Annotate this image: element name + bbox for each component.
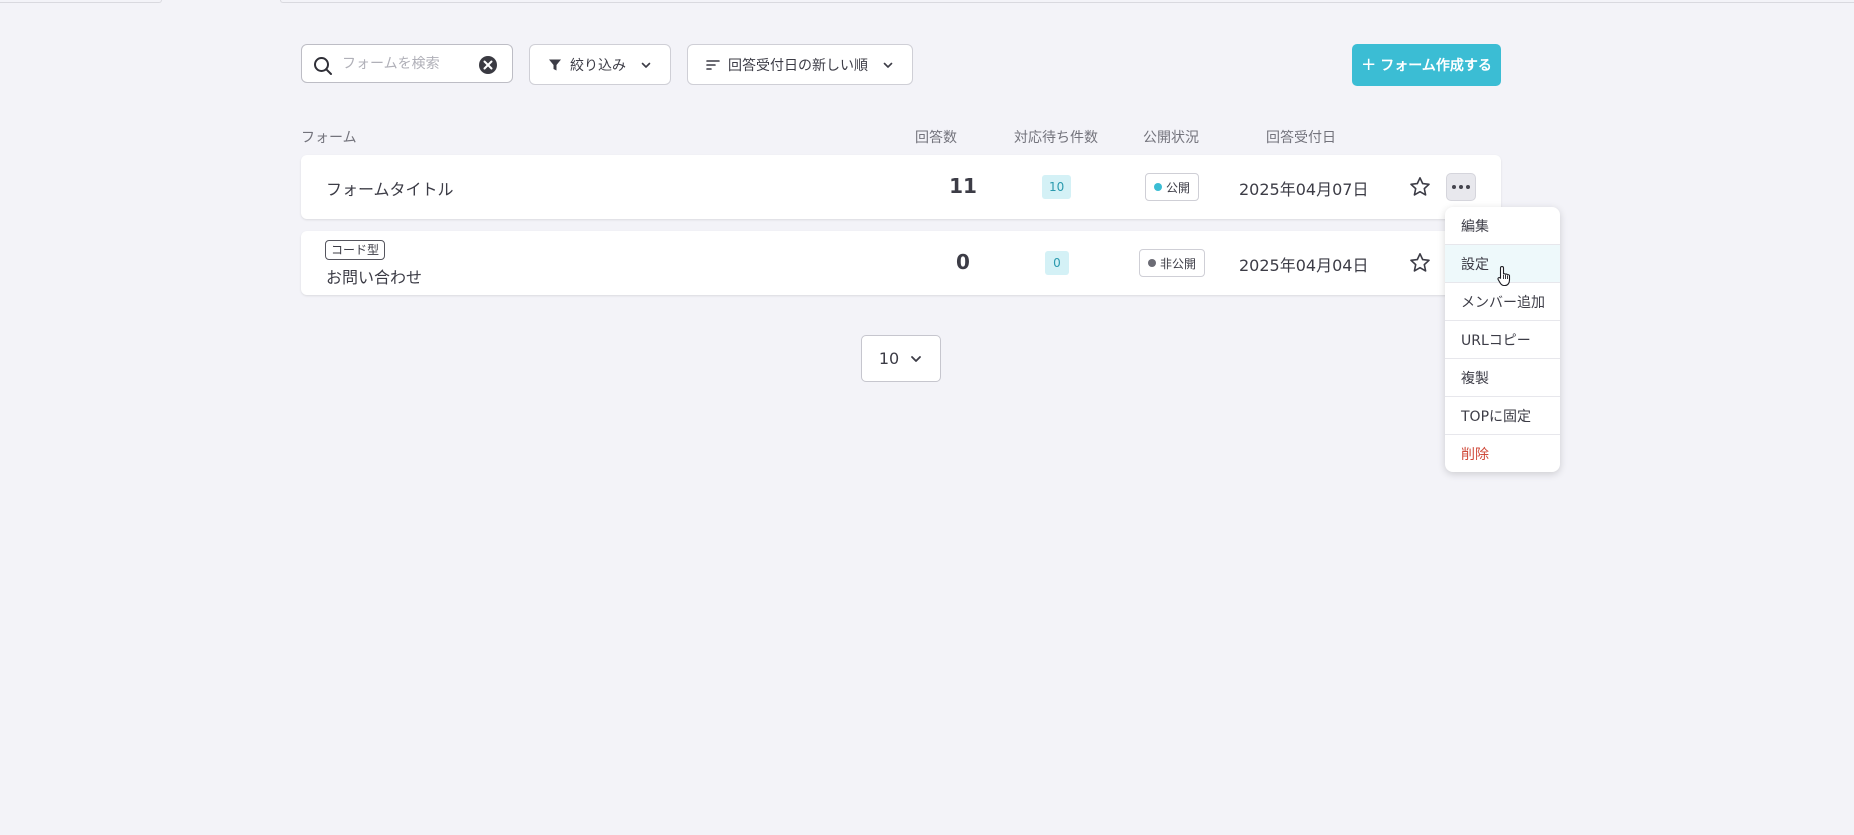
more-options-button[interactable] xyxy=(1446,173,1476,201)
search-icon xyxy=(314,57,332,75)
pending-count-badge: 0 xyxy=(1045,251,1069,275)
status-label: 公開 xyxy=(1166,180,1191,195)
menu-item-edit[interactable]: 編集 xyxy=(1445,207,1560,245)
plus-icon: + xyxy=(1361,54,1377,75)
form-title[interactable]: フォームタイトル xyxy=(326,176,454,200)
search-input[interactable] xyxy=(342,53,470,75)
chevron-down-icon xyxy=(911,355,922,362)
sort-icon xyxy=(706,59,720,70)
column-header-status: 公開状況 xyxy=(1143,130,1199,146)
search-box[interactable] xyxy=(301,44,513,83)
sort-button[interactable]: 回答受付日の新しい順 xyxy=(687,44,913,85)
status-badge: 公開 xyxy=(1145,173,1200,201)
menu-item-add-member[interactable]: メンバー追加 xyxy=(1445,283,1560,321)
menu-item-delete[interactable]: 削除 xyxy=(1445,435,1560,472)
column-header-responses: 回答数 xyxy=(915,130,957,146)
star-icon[interactable] xyxy=(1408,251,1432,275)
create-form-button[interactable]: + フォーム作成する xyxy=(1352,44,1501,86)
star-icon[interactable] xyxy=(1408,175,1432,199)
form-type-tag: コード型 xyxy=(325,240,386,260)
form-row[interactable]: フォームタイトル 11 10 公開 2025年04月07日 xyxy=(301,155,1501,219)
pending-count-badge: 10 xyxy=(1042,175,1072,199)
column-header-date: 回答受付日 xyxy=(1266,130,1336,146)
form-row[interactable]: コード型 お問い合わせ 0 0 非公開 2025年04月04日 xyxy=(301,231,1501,295)
clear-search-icon[interactable] xyxy=(478,55,498,75)
filter-icon xyxy=(549,59,561,70)
status-badge: 非公開 xyxy=(1139,249,1206,277)
sort-button-label: 回答受付日の新しい順 xyxy=(728,57,868,74)
menu-item-duplicate[interactable]: 複製 xyxy=(1445,359,1560,397)
status-label: 非公開 xyxy=(1160,256,1197,271)
per-page-value: 10 xyxy=(878,349,900,368)
row-actions-menu: 編集 設定 メンバー追加 URLコピー 複製 TOPに固定 削除 xyxy=(1445,207,1560,472)
status-dot xyxy=(1148,259,1156,267)
more-dot xyxy=(1466,185,1470,189)
response-count: 0 xyxy=(956,250,970,274)
filter-button-label: 絞り込み xyxy=(570,57,626,74)
column-header-pending: 対応待ち件数 xyxy=(1014,130,1098,146)
top-panel-edge xyxy=(280,0,1854,3)
chevron-down-icon xyxy=(641,62,651,68)
per-page-select[interactable]: 10 xyxy=(861,335,941,382)
response-count: 11 xyxy=(949,174,977,198)
menu-item-copy-url[interactable]: URLコピー xyxy=(1445,321,1560,359)
form-title[interactable]: お問い合わせ xyxy=(326,264,422,288)
received-date: 2025年04月07日 xyxy=(1239,180,1369,199)
status-dot xyxy=(1154,183,1162,191)
top-frame-edge xyxy=(0,0,1854,4)
more-dot xyxy=(1459,185,1463,189)
column-header-form: フォーム xyxy=(301,130,357,146)
more-dot xyxy=(1452,185,1456,189)
menu-item-pin-top[interactable]: TOPに固定 xyxy=(1445,397,1560,435)
top-tab-edge xyxy=(0,0,162,3)
create-form-button-label: フォーム作成する xyxy=(1380,58,1492,74)
chevron-down-icon xyxy=(883,62,893,68)
filter-button[interactable]: 絞り込み xyxy=(529,44,671,85)
received-date: 2025年04月04日 xyxy=(1239,256,1369,275)
menu-item-settings[interactable]: 設定 xyxy=(1445,245,1560,283)
